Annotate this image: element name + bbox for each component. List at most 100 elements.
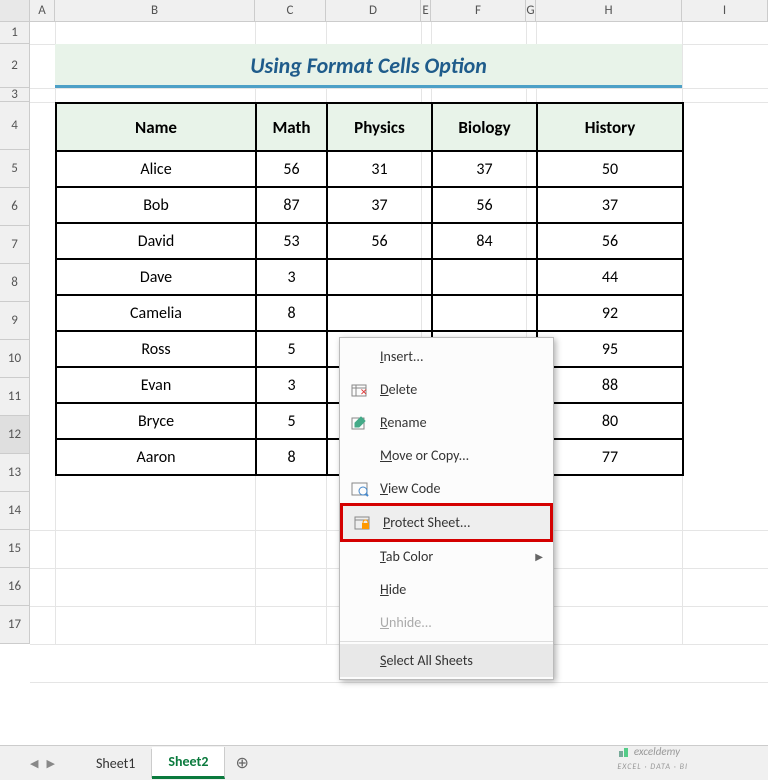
col-header-I[interactable]: I — [682, 0, 768, 21]
col-header-E[interactable]: E — [421, 0, 431, 21]
menu-delete[interactable]: ✕ Delete — [340, 373, 553, 406]
cell[interactable]: 95 — [537, 331, 683, 367]
cell[interactable]: 3 — [256, 259, 327, 295]
sheet-context-menu: Insert... ✕ Delete Rename Move or Copy..… — [339, 337, 554, 680]
menu-label: Select All Sheets — [380, 652, 543, 669]
cell[interactable]: 84 — [432, 223, 537, 259]
row-header-4[interactable]: 4 — [0, 102, 30, 150]
cell[interactable]: Aaron — [56, 439, 256, 475]
tab-nav-arrows[interactable]: ◀ ▶ — [30, 757, 55, 770]
cell[interactable] — [432, 259, 537, 295]
nav-prev-icon[interactable]: ◀ — [30, 757, 38, 770]
row-header-11[interactable]: 11 — [0, 378, 30, 416]
col-header-H[interactable]: H — [536, 0, 682, 21]
cell[interactable]: 37 — [327, 187, 432, 223]
menu-label: Unhide... — [380, 614, 543, 631]
row-header-9[interactable]: 9 — [0, 302, 30, 340]
cell[interactable]: 92 — [537, 295, 683, 331]
cell[interactable]: 37 — [432, 151, 537, 187]
header-physics[interactable]: Physics — [327, 103, 432, 151]
table-row: David53568456 — [56, 223, 683, 259]
table-row: Camelia8 92 — [56, 295, 683, 331]
cell[interactable]: Alice — [56, 151, 256, 187]
menu-protect-sheet[interactable]: Protect Sheet... — [340, 503, 553, 542]
menu-select-all-sheets[interactable]: Select All Sheets — [340, 644, 553, 677]
col-header-D[interactable]: D — [326, 0, 421, 21]
row-header-16[interactable]: 16 — [0, 568, 30, 606]
nav-next-icon[interactable]: ▶ — [46, 757, 54, 770]
tab-sheet1[interactable]: Sheet1 — [80, 749, 152, 778]
row-header-7[interactable]: 7 — [0, 226, 30, 264]
cell[interactable]: 56 — [537, 223, 683, 259]
cell[interactable]: Dave — [56, 259, 256, 295]
cell[interactable]: 8 — [256, 439, 327, 475]
col-header-G[interactable]: G — [526, 0, 536, 21]
cell[interactable]: 3 — [256, 367, 327, 403]
page-title: Using Format Cells Option — [55, 44, 682, 88]
cell[interactable]: 88 — [537, 367, 683, 403]
col-header-B[interactable]: B — [55, 0, 255, 21]
watermark: exceldemy EXCEL · DATA · BI — [617, 745, 688, 772]
row-header-6[interactable]: 6 — [0, 188, 30, 226]
blank-icon — [348, 580, 372, 600]
menu-tab-color[interactable]: Tab Color ▶ — [340, 540, 553, 573]
cell[interactable]: 77 — [537, 439, 683, 475]
cell[interactable]: 44 — [537, 259, 683, 295]
header-history[interactable]: History — [537, 103, 683, 151]
cell[interactable] — [327, 295, 432, 331]
row-header-17[interactable]: 17 — [0, 606, 30, 644]
menu-move-copy[interactable]: Move or Copy... — [340, 439, 553, 472]
row-header-13[interactable]: 13 — [0, 454, 30, 492]
cell[interactable]: 56 — [256, 151, 327, 187]
header-biology[interactable]: Biology — [432, 103, 537, 151]
cell[interactable]: 87 — [256, 187, 327, 223]
menu-label: Protect Sheet... — [383, 514, 540, 531]
row-header-10[interactable]: 10 — [0, 340, 30, 378]
header-math[interactable]: Math — [256, 103, 327, 151]
rename-icon — [348, 413, 372, 433]
cell[interactable]: 5 — [256, 403, 327, 439]
col-header-F[interactable]: F — [431, 0, 526, 21]
worksheet-content[interactable]: Using Format Cells Option Name Math Phys… — [30, 22, 768, 644]
tab-sheet2[interactable]: Sheet2 — [152, 747, 225, 779]
cell[interactable]: David — [56, 223, 256, 259]
header-name[interactable]: Name — [56, 103, 256, 151]
menu-label: Delete — [380, 381, 543, 398]
cell[interactable]: 50 — [537, 151, 683, 187]
row-header-1[interactable]: 1 — [0, 22, 30, 44]
row-header-5[interactable]: 5 — [0, 150, 30, 188]
menu-view-code[interactable]: View Code — [340, 472, 553, 505]
cell[interactable]: Bob — [56, 187, 256, 223]
table-row: Bob87375637 — [56, 187, 683, 223]
col-header-A[interactable]: A — [30, 0, 55, 21]
row-header-15[interactable]: 15 — [0, 530, 30, 568]
cell[interactable]: 37 — [537, 187, 683, 223]
row-header-12[interactable]: 12 — [0, 416, 30, 454]
cell[interactable]: 53 — [256, 223, 327, 259]
row-header-8[interactable]: 8 — [0, 264, 30, 302]
row-header-2[interactable]: 2 — [0, 44, 30, 88]
menu-insert[interactable]: Insert... — [340, 340, 553, 373]
table-row: Dave3 44 — [56, 259, 683, 295]
cell[interactable] — [432, 295, 537, 331]
svg-text:✕: ✕ — [360, 387, 368, 398]
cell[interactable]: 56 — [327, 223, 432, 259]
menu-hide[interactable]: Hide — [340, 573, 553, 606]
menu-rename[interactable]: Rename — [340, 406, 553, 439]
cell[interactable]: 80 — [537, 403, 683, 439]
cell[interactable] — [327, 259, 432, 295]
cell[interactable]: Camelia — [56, 295, 256, 331]
cell[interactable]: 56 — [432, 187, 537, 223]
select-all-corner[interactable] — [0, 0, 30, 21]
row-header-3[interactable]: 3 — [0, 88, 30, 102]
row-header-14[interactable]: 14 — [0, 492, 30, 530]
sheet-tab-bar: ◀ ▶ Sheet1 Sheet2 ⊕ exceldemy EXCEL · DA… — [0, 745, 768, 780]
cell[interactable]: Bryce — [56, 403, 256, 439]
cell[interactable]: 31 — [327, 151, 432, 187]
col-header-C[interactable]: C — [255, 0, 326, 21]
cell[interactable]: Evan — [56, 367, 256, 403]
cell[interactable]: 8 — [256, 295, 327, 331]
add-sheet-button[interactable]: ⊕ — [225, 747, 258, 779]
cell[interactable]: 5 — [256, 331, 327, 367]
cell[interactable]: Ross — [56, 331, 256, 367]
